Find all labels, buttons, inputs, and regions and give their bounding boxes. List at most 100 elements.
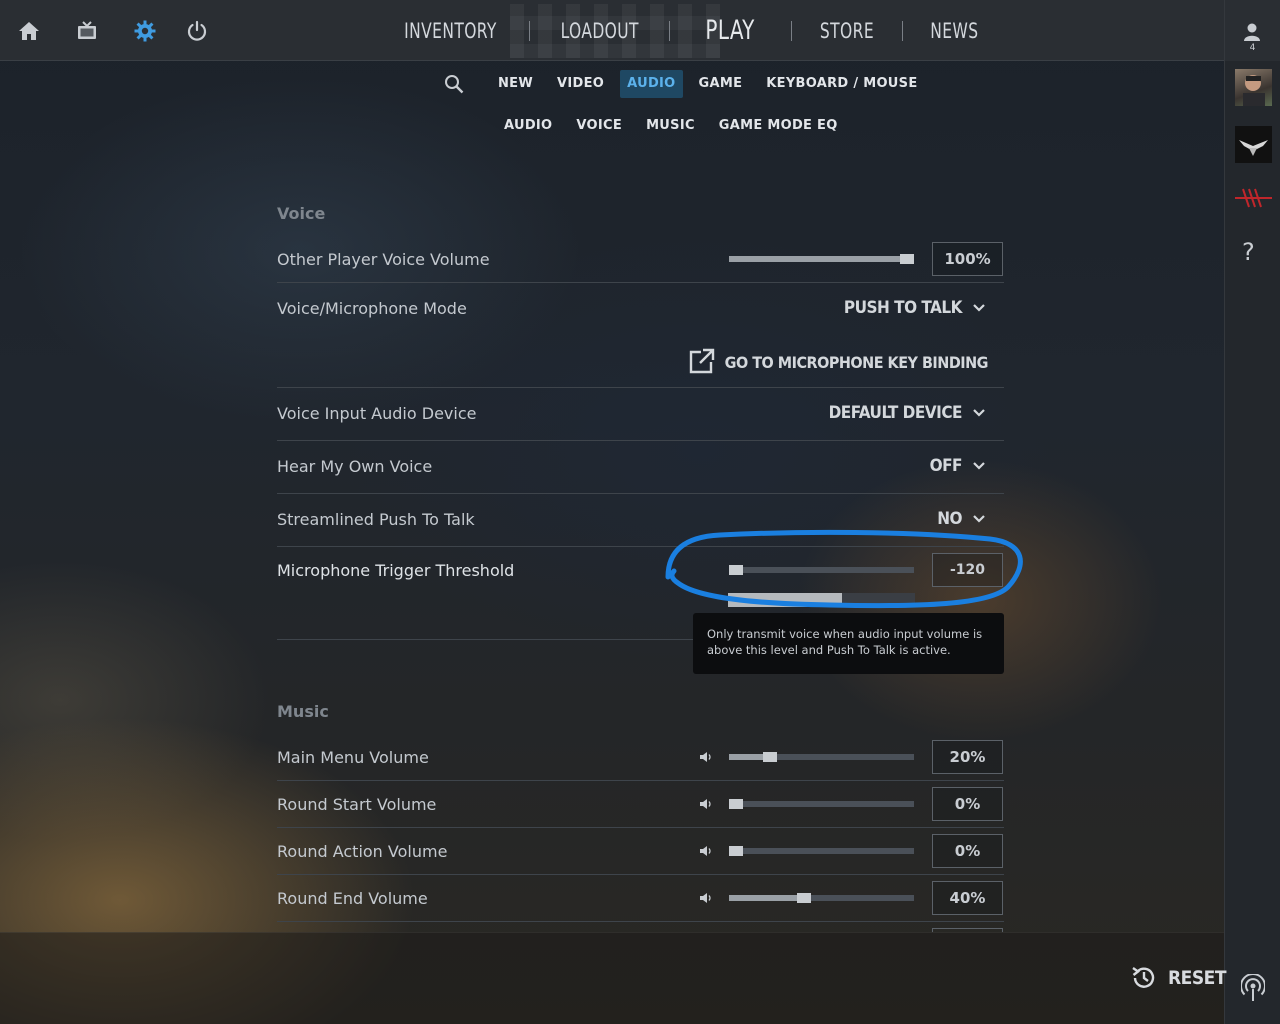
volume-slider[interactable]: [729, 799, 914, 809]
streamlined-ptt-dropdown[interactable]: NO: [937, 509, 986, 529]
subtab-music[interactable]: MUSIC: [634, 112, 707, 140]
nav-separator: [528, 20, 530, 41]
volume-slider[interactable]: [729, 846, 914, 856]
avatar[interactable]: [1235, 69, 1272, 106]
main-navigation: INVENTORY LOADOUT PLAY STORE NEWS: [372, 0, 1005, 61]
external-link-icon: [689, 348, 714, 374]
threshold-slider[interactable]: [729, 565, 914, 575]
hear-own-voice-dropdown[interactable]: OFF: [930, 456, 986, 476]
gear-icon[interactable]: [132, 18, 158, 44]
speaker-icon: [700, 752, 711, 762]
setting-row-main-menu-volume: Main Menu Volume 20%: [277, 734, 1004, 781]
setting-label: Hear My Own Voice: [277, 457, 433, 476]
slider-knob[interactable]: [729, 846, 743, 856]
friends-count: 4: [1249, 43, 1256, 53]
value-box[interactable]: 100%: [932, 242, 1003, 276]
setting-label: Round End Volume: [277, 889, 428, 908]
nav-play[interactable]: PLAY: [681, 15, 780, 46]
slider-fill: [729, 256, 907, 262]
input-device-dropdown[interactable]: DEFAULT DEVICE: [829, 403, 986, 423]
value-box[interactable]: 0%: [932, 834, 1003, 868]
setting-row-mic-mode: Voice/Microphone Mode PUSH TO TALK GO TO…: [277, 283, 1004, 388]
tab-game[interactable]: GAME: [687, 70, 755, 98]
setting-row-other-player-volume: Other Player Voice Volume 100%: [277, 236, 1004, 283]
power-icon[interactable]: [184, 18, 210, 44]
bottom-bar: [0, 932, 1224, 1024]
volume-slider[interactable]: [729, 752, 914, 762]
tab-audio[interactable]: AUDIO: [620, 70, 683, 98]
setting-label: Voice/Microphone Mode: [277, 299, 467, 318]
value-box[interactable]: 0%: [932, 787, 1003, 821]
value-box[interactable]: 40%: [932, 881, 1003, 915]
subtab-audio[interactable]: AUDIO: [492, 112, 564, 140]
value-box[interactable]: 20%: [932, 740, 1003, 774]
subtab-game-mode-eq[interactable]: GAME MODE EQ: [707, 112, 850, 140]
input-level-meter: [728, 593, 915, 607]
music-section-title: Music: [277, 702, 329, 721]
setting-row-round-start-volume: Round Start Volume 0%: [277, 781, 1004, 828]
dropdown-value: DEFAULT DEVICE: [828, 403, 963, 423]
slider-knob[interactable]: [729, 799, 743, 809]
dropdown-value: PUSH TO TALK: [843, 298, 963, 318]
setting-label: Voice Input Audio Device: [277, 404, 477, 423]
speaker-icon: [700, 893, 711, 903]
setting-label: Main Menu Volume: [277, 748, 429, 767]
slider-fill: [729, 895, 804, 901]
setting-row-streamlined-ptt: Streamlined Push To Talk NO: [277, 494, 1004, 547]
nav-inventory[interactable]: INVENTORY: [386, 19, 515, 43]
audio-subtabs: AUDIO VOICE MUSIC GAME MODE EQ: [492, 113, 850, 139]
broadcast-icon[interactable]: [1240, 973, 1266, 1006]
speaker-icon: [700, 799, 711, 809]
settings-tabs: NEW VIDEO AUDIO GAME KEYBOARD / MOUSE: [440, 70, 930, 98]
setting-label: Round Action Volume: [277, 842, 448, 861]
chevron-down-icon: [973, 409, 985, 417]
tab-video[interactable]: VIDEO: [545, 70, 616, 98]
dropdown-value: OFF: [929, 456, 963, 476]
friends-sidebar: 4 ?: [1224, 0, 1280, 1024]
threshold-tooltip: Only transmit voice when audio input vol…: [693, 613, 1004, 674]
reset-button[interactable]: RESET: [1130, 964, 1227, 992]
top-navigation-bar: INVENTORY LOADOUT PLAY STORE NEWS: [0, 0, 1224, 61]
nav-separator: [669, 20, 671, 41]
tv-icon[interactable]: [74, 18, 100, 44]
mic-key-binding-link[interactable]: GO TO MICROPHONE KEY BINDING: [687, 348, 989, 376]
nav-loadout[interactable]: LOADOUT: [542, 19, 656, 43]
setting-label: Other Player Voice Volume: [277, 250, 490, 269]
link-label: GO TO MICROPHONE KEY BINDING: [724, 352, 989, 372]
faction-icon[interactable]: [1235, 183, 1272, 213]
volume-slider[interactable]: [729, 893, 914, 903]
setting-label: Streamlined Push To Talk: [277, 510, 475, 529]
home-icon[interactable]: [16, 18, 42, 44]
value-box-partial: [932, 928, 1003, 932]
dropdown-value: NO: [937, 509, 962, 529]
voice-section-title: Voice: [277, 204, 326, 223]
chevron-down-icon: [973, 515, 985, 523]
volume-slider[interactable]: [729, 254, 914, 264]
chevron-down-icon: [973, 462, 985, 470]
nav-separator: [790, 20, 792, 41]
setting-row-hear-own-voice: Hear My Own Voice OFF: [277, 441, 1004, 494]
slider-knob[interactable]: [900, 254, 914, 264]
nav-news[interactable]: NEWS: [912, 19, 996, 43]
speaker-icon: [700, 846, 711, 856]
tab-new[interactable]: NEW: [486, 70, 545, 98]
help-icon[interactable]: ?: [1242, 238, 1255, 266]
rank-emblem-icon[interactable]: [1235, 126, 1272, 163]
setting-label: Round Start Volume: [277, 795, 437, 814]
slider-knob[interactable]: [763, 752, 777, 762]
search-icon[interactable]: [440, 70, 468, 98]
meter-fill: [728, 593, 842, 607]
nav-separator: [901, 20, 903, 41]
slider-knob[interactable]: [797, 893, 811, 903]
setting-row-round-end-volume: Round End Volume 40%: [277, 875, 1004, 922]
mic-mode-dropdown[interactable]: PUSH TO TALK: [844, 298, 986, 318]
setting-label: Microphone Trigger Threshold: [277, 561, 515, 580]
slider-knob[interactable]: [729, 565, 743, 575]
subtab-voice[interactable]: VOICE: [564, 112, 634, 140]
reset-label: RESET: [1168, 967, 1227, 989]
nav-store[interactable]: STORE: [801, 19, 891, 43]
setting-row-input-device: Voice Input Audio Device DEFAULT DEVICE: [277, 388, 1004, 441]
value-box[interactable]: -120: [932, 553, 1003, 587]
tab-keyboard-mouse[interactable]: KEYBOARD / MOUSE: [754, 70, 929, 98]
setting-row-round-action-volume: Round Action Volume 0%: [277, 828, 1004, 875]
